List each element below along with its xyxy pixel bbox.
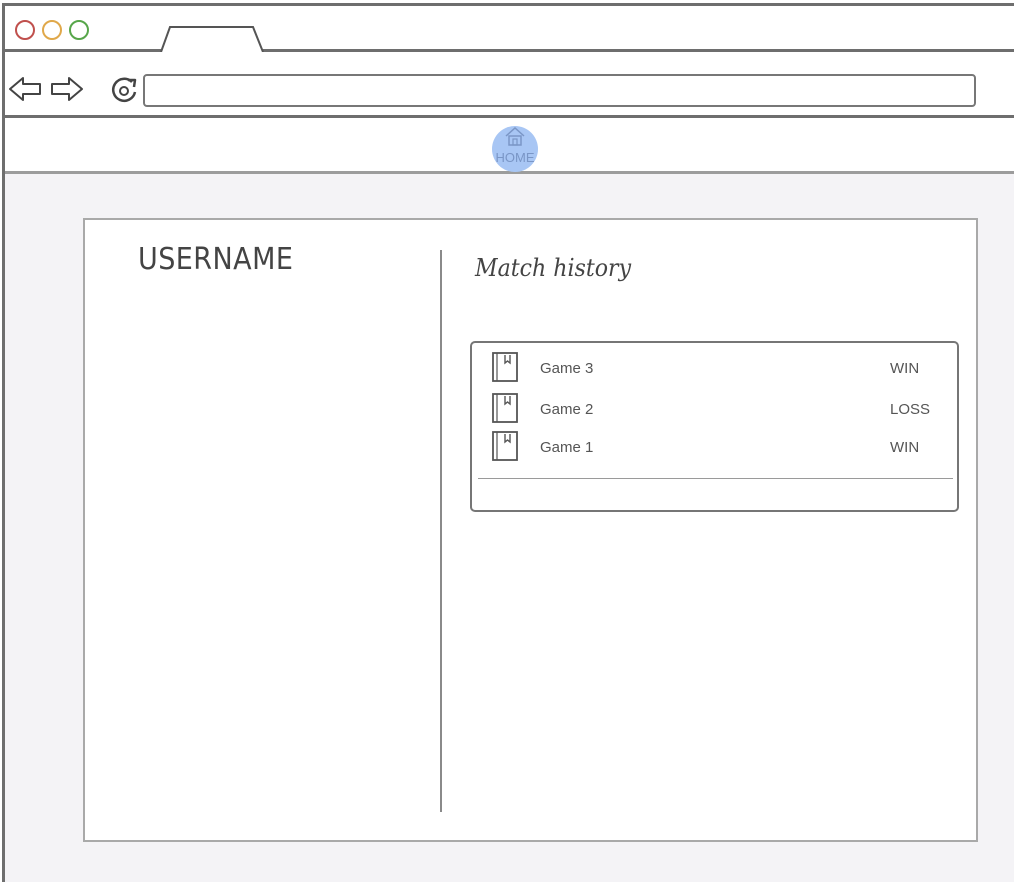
- navigation-bar: [5, 52, 1014, 118]
- home-button[interactable]: HOME: [492, 126, 538, 172]
- close-window-button[interactable]: [15, 20, 35, 40]
- title-bar: [5, 6, 1014, 52]
- match-result: WIN: [890, 360, 920, 377]
- match-result: LOSS: [890, 401, 931, 418]
- home-icon: [505, 126, 525, 146]
- browser-tab[interactable]: [160, 25, 264, 52]
- browser-window: HOME USERNAME Match history Game 3 WIN G…: [2, 3, 1014, 882]
- match-history-list: Game 3 WIN Game 2 LOSS Game 1 WIN: [470, 341, 959, 512]
- match-name: Game 1: [540, 439, 594, 456]
- username-heading: USERNAME: [138, 242, 294, 277]
- forward-arrow-icon[interactable]: [50, 76, 84, 102]
- document-icon: [492, 431, 518, 461]
- match-row[interactable]: Game 1 WIN: [472, 430, 957, 462]
- home-strip: HOME: [5, 118, 1014, 174]
- list-separator: [478, 478, 953, 479]
- minimize-window-button[interactable]: [42, 20, 62, 40]
- reload-icon[interactable]: [108, 74, 140, 106]
- home-label: HOME: [495, 150, 535, 165]
- vertical-divider: [440, 250, 442, 812]
- address-bar-input[interactable]: [143, 74, 976, 107]
- match-history-title: Match history: [475, 254, 632, 282]
- match-result: WIN: [890, 439, 920, 456]
- match-row[interactable]: Game 3 WIN: [472, 351, 957, 383]
- match-name: Game 3: [540, 360, 594, 377]
- back-arrow-icon[interactable]: [8, 76, 42, 102]
- document-icon: [492, 393, 518, 423]
- maximize-window-button[interactable]: [69, 20, 89, 40]
- document-icon: [492, 352, 518, 382]
- match-row[interactable]: Game 2 LOSS: [472, 392, 957, 424]
- profile-card: USERNAME Match history Game 3 WIN Game 2…: [83, 218, 978, 842]
- match-name: Game 2: [540, 401, 594, 418]
